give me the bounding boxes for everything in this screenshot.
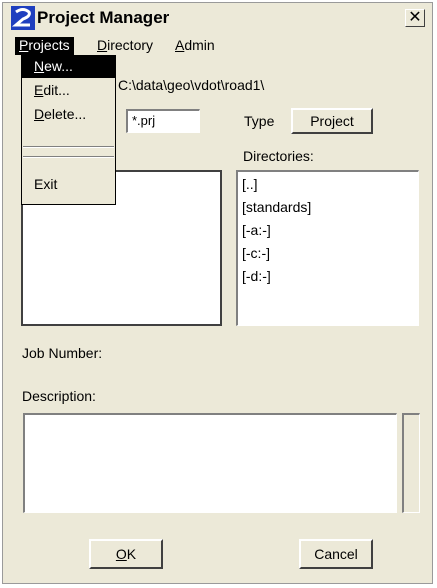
menu-admin[interactable]: Admin [171,37,219,55]
directory-item[interactable]: [standards] [242,199,311,215]
type-project-button[interactable]: Project [291,108,373,134]
menu-new[interactable]: New... [22,56,115,78]
close-icon: ✕ [408,9,422,26]
directory-item[interactable]: [..] [242,176,258,192]
type-label: Type [244,113,275,129]
filter-input[interactable]: *.prj [126,109,200,133]
menu-edit[interactable]: Edit... [22,80,115,102]
directory-item[interactable]: [-d:-] [242,268,271,284]
directories-label: Directories: [243,148,314,164]
project-manager-window: Project Manager ✕ Projects Directory Adm… [2,2,433,584]
description-label: Description: [22,388,96,404]
title-bar[interactable]: Project Manager ✕ [3,3,432,33]
description-field[interactable] [23,413,397,513]
description-scrollbar[interactable] [402,413,420,513]
directory-item[interactable]: [-a:-] [242,222,271,238]
directories-list[interactable]: [..] [standards] [-a:-] [-c:-] [-d:-] [236,170,419,326]
window-title: Project Manager [37,8,170,27]
menu-separator [23,156,114,158]
cancel-button[interactable]: Cancel [299,539,373,569]
menu-exit[interactable]: Exit [22,174,115,196]
menu-directory[interactable]: Directory [93,37,157,55]
projects-dropdown-menu: New... Edit... Delete... Exit [21,55,116,205]
app-logo-icon [11,6,35,30]
current-path: C:\data\geo\vdot\road1\ [118,77,265,93]
ok-button[interactable]: OK [89,539,163,569]
menu-projects[interactable]: Projects [15,37,74,55]
menu-separator [23,146,114,148]
job-number-label: Job Number: [22,345,103,361]
close-button[interactable]: ✕ [405,9,425,27]
directory-item[interactable]: [-c:-] [242,245,270,261]
menu-delete[interactable]: Delete... [22,104,115,126]
menu-bar: Projects Directory Admin [3,33,432,57]
